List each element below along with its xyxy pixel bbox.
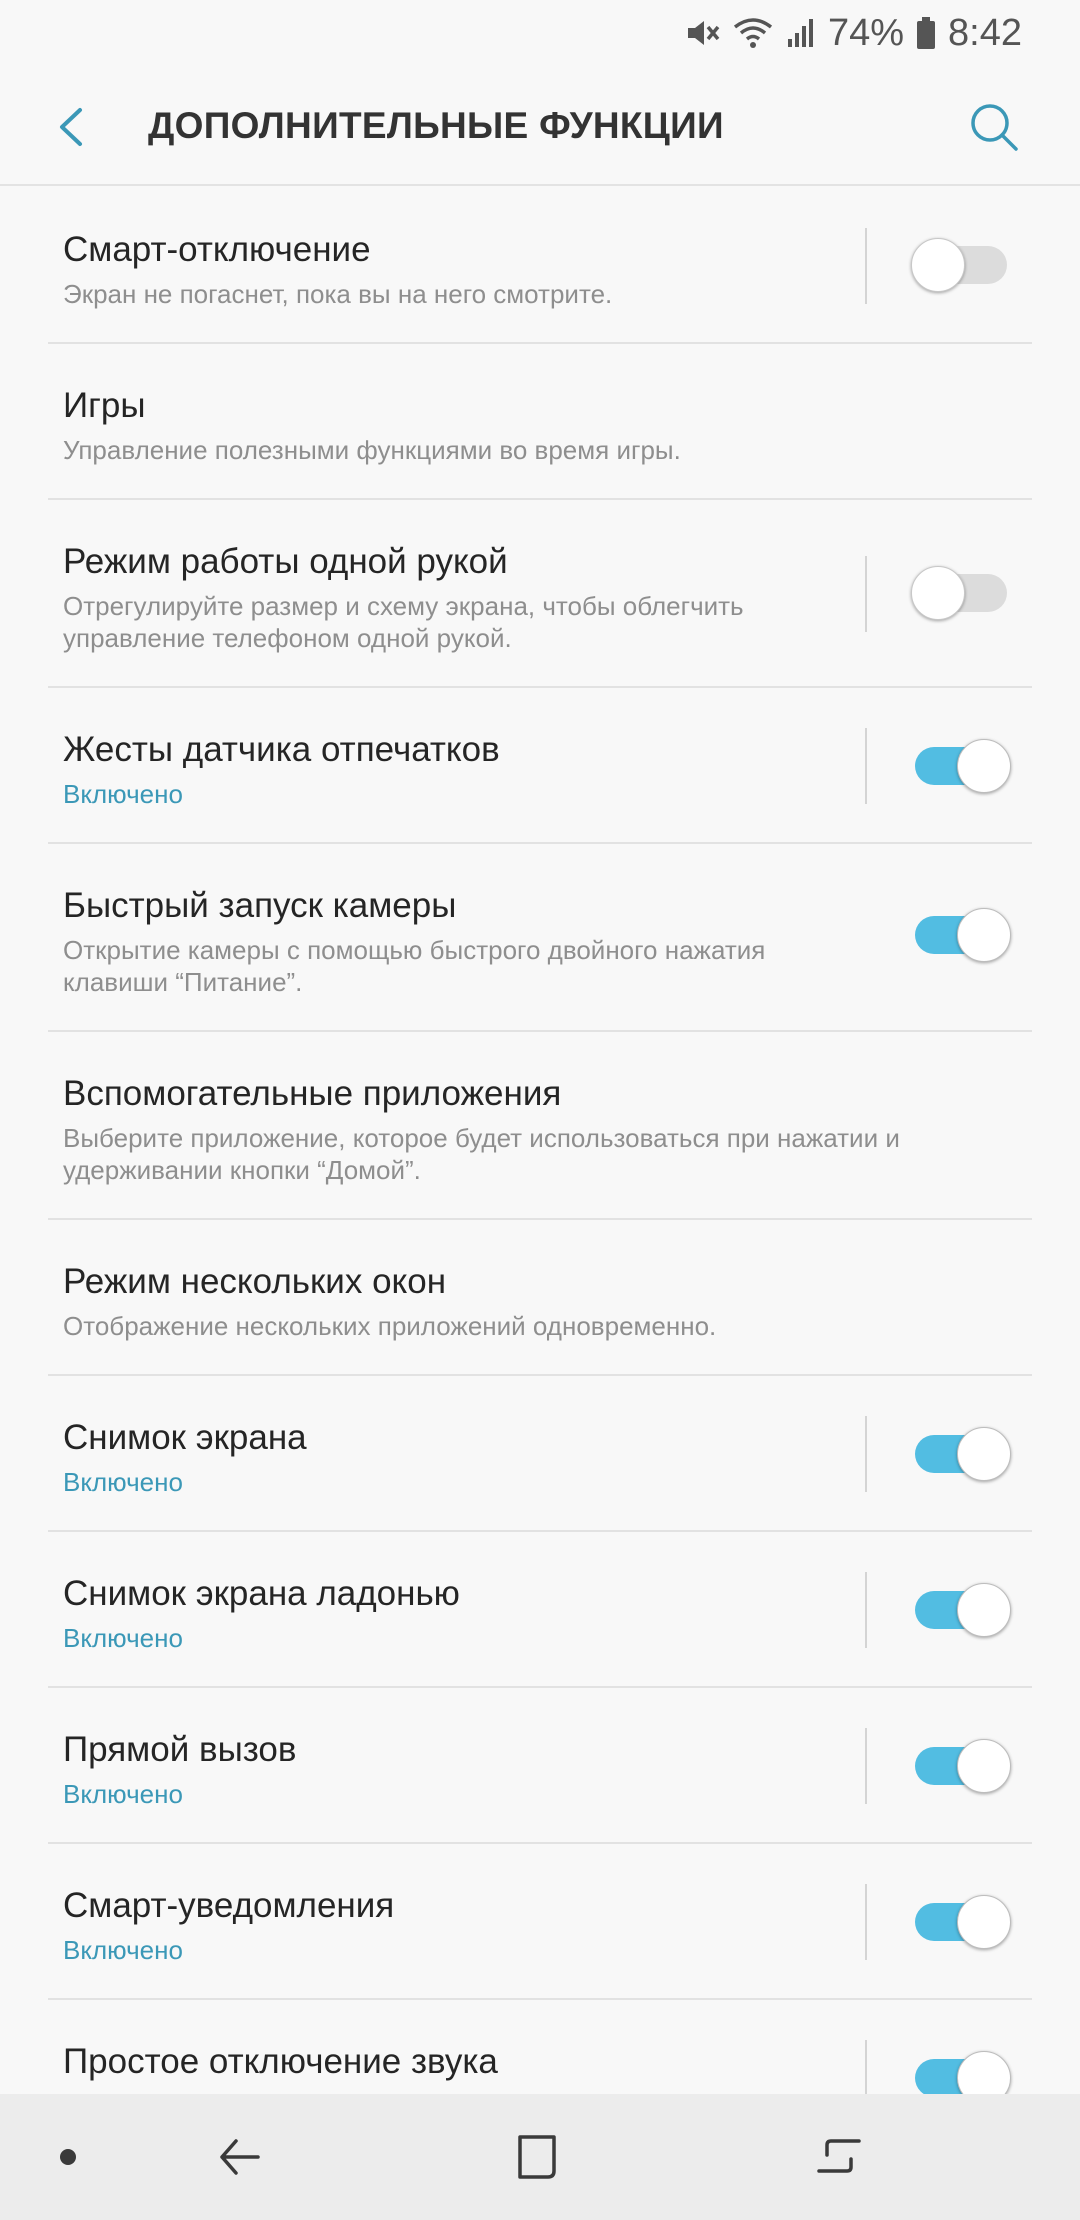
fingerprint-gestures-toggle[interactable] xyxy=(911,739,1011,793)
smart-stay-toggle[interactable] xyxy=(911,238,1011,292)
setting-status: Включено xyxy=(63,1467,183,1497)
setting-subtitle: Выберите приложение, которое будет испол… xyxy=(63,1123,900,1185)
setting-status: Включено xyxy=(63,779,183,809)
divider xyxy=(865,1884,867,1960)
setting-title: Прямой вызов xyxy=(63,1730,297,1769)
nav-back-button[interactable] xyxy=(193,2094,283,2220)
setting-games[interactable]: Игры Управление полезными функциями во в… xyxy=(48,344,1032,500)
nav-home-button[interactable] xyxy=(491,2094,581,2220)
setting-status: Включено xyxy=(63,1779,183,1809)
quick-camera-toggle[interactable] xyxy=(911,908,1011,962)
one-handed-toggle[interactable] xyxy=(911,566,1011,620)
divider xyxy=(865,1572,867,1648)
setting-assistant-apps[interactable]: Вспомогательные приложения Выберите прил… xyxy=(48,1032,1032,1220)
recents-icon xyxy=(817,2139,861,2173)
toggle-knob xyxy=(911,566,965,620)
toggle-knob xyxy=(957,908,1011,962)
divider xyxy=(865,728,867,804)
toggle-knob xyxy=(957,2051,1011,2094)
battery-icon xyxy=(916,16,936,50)
dot-icon xyxy=(60,2149,76,2165)
direct-call-toggle[interactable] xyxy=(911,1739,1011,1793)
setting-subtitle: Управление полезными функциями во время … xyxy=(63,435,681,465)
search-icon xyxy=(971,104,1018,151)
setting-title: Жесты датчика отпечатков xyxy=(63,730,500,769)
toggle-knob xyxy=(957,1895,1011,1949)
toggle-knob xyxy=(957,1739,1011,1793)
setting-title: Режим нескольких окон xyxy=(63,1262,447,1301)
smart-alert-toggle[interactable] xyxy=(911,1895,1011,1949)
screenshot-toggle[interactable] xyxy=(911,1427,1011,1481)
back-arrow-icon xyxy=(60,108,82,146)
setting-quick-camera-launch[interactable]: Быстрый запуск камеры Открытие камеры с … xyxy=(48,844,1032,1032)
setting-status: Включено xyxy=(63,1935,183,1965)
setting-subtitle: Отрегулируйте размер и схему экрана, что… xyxy=(63,591,744,653)
setting-subtitle: Отображение нескольких приложений одновр… xyxy=(63,1311,717,1341)
setting-title: Игры xyxy=(63,386,146,425)
setting-title: Простое отключение звука xyxy=(63,2042,498,2081)
mute-icon xyxy=(684,15,720,51)
setting-easy-mute[interactable]: Простое отключение звука xyxy=(48,2000,1032,2094)
setting-title: Быстрый запуск камеры xyxy=(63,886,457,925)
back-button[interactable] xyxy=(42,96,104,158)
divider xyxy=(865,1416,867,1492)
divider xyxy=(865,556,867,632)
setting-title: Смарт-отключение xyxy=(63,230,371,269)
settings-list: Смарт-отключение Экран не погаснет, пока… xyxy=(0,186,1080,2094)
setting-smart-alert[interactable]: Смарт-уведомления Включено xyxy=(48,1844,1032,2000)
setting-multi-window[interactable]: Режим нескольких окон Отображение нескол… xyxy=(48,1220,1032,1376)
setting-title: Режим работы одной рукой xyxy=(63,542,508,581)
setting-title: Снимок экрана xyxy=(63,1418,307,1457)
page-title: ДОПОЛНИТЕЛЬНЫЕ ФУНКЦИИ xyxy=(148,105,724,146)
home-icon xyxy=(518,2135,556,2179)
toggle-knob xyxy=(957,739,1011,793)
nav-dot-button[interactable] xyxy=(38,2094,98,2220)
divider xyxy=(865,1728,867,1804)
setting-title: Вспомогательные приложения xyxy=(63,1074,562,1113)
setting-title: Снимок экрана ладонью xyxy=(63,1574,460,1613)
setting-subtitle: Открытие камеры с помощью быстрого двойн… xyxy=(63,935,766,997)
nav-recents-button[interactable] xyxy=(794,2094,884,2220)
setting-screenshot[interactable]: Снимок экрана Включено xyxy=(48,1376,1032,1532)
clock: 8:42 xyxy=(948,11,1022,54)
wifi-icon xyxy=(732,16,774,50)
signal-icon xyxy=(786,17,816,49)
setting-title: Смарт-уведомления xyxy=(63,1886,395,1925)
app-bar: ДОПОЛНИТЕЛЬНЫЕ ФУНКЦИИ xyxy=(0,66,1080,186)
setting-palm-swipe-screenshot[interactable]: Снимок экрана ладонью Включено xyxy=(48,1532,1032,1688)
setting-fingerprint-gestures[interactable]: Жесты датчика отпечатков Включено xyxy=(48,688,1032,844)
navigation-bar xyxy=(0,2094,1080,2220)
setting-smart-stay[interactable]: Смарт-отключение Экран не погаснет, пока… xyxy=(48,186,1032,344)
setting-one-handed-mode[interactable]: Режим работы одной рукой Отрегулируйте р… xyxy=(48,500,1032,688)
toggle-knob xyxy=(957,1583,1011,1637)
status-bar: 74% 8:42 xyxy=(0,0,1080,66)
palm-screenshot-toggle[interactable] xyxy=(911,1583,1011,1637)
battery-percent: 74% xyxy=(827,11,905,54)
toggle-knob xyxy=(911,238,965,292)
toggle-knob xyxy=(957,1427,1011,1481)
setting-status: Включено xyxy=(63,1623,183,1653)
search-button[interactable] xyxy=(963,96,1025,158)
divider xyxy=(865,2040,867,2094)
setting-direct-call[interactable]: Прямой вызов Включено xyxy=(48,1688,1032,1844)
setting-subtitle: Экран не погаснет, пока вы на него смотр… xyxy=(63,279,613,309)
divider xyxy=(865,228,867,304)
easy-mute-toggle[interactable] xyxy=(911,2051,1011,2094)
back-icon xyxy=(220,2139,260,2175)
